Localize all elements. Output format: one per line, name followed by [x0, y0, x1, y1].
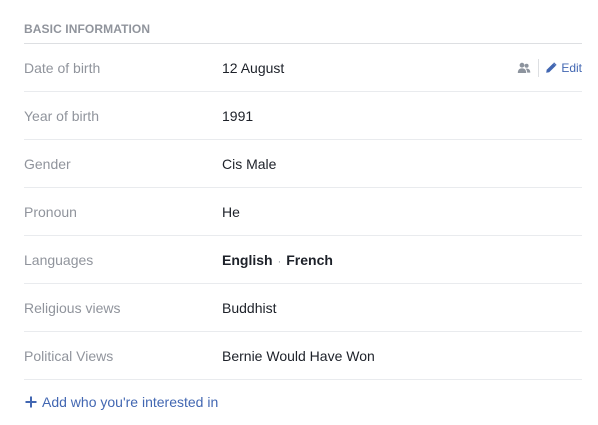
basic-information-panel: BASIC INFORMATION Date of birth 12 Augus… — [24, 0, 582, 424]
row-value: He — [222, 203, 240, 220]
info-row-gender: Gender Cis Male — [24, 140, 582, 188]
row-label: Year of birth — [24, 107, 99, 124]
friends-audience-icon[interactable] — [516, 60, 532, 76]
row-value: English · French — [222, 252, 582, 268]
info-row-languages: Languages English · French — [24, 236, 582, 284]
info-row-date-of-birth: Date of birth 12 August Edit — [24, 44, 582, 92]
info-row-year-of-birth: Year of birth 1991 — [24, 92, 582, 140]
row-label: Pronoun — [24, 203, 77, 220]
pencil-icon — [545, 62, 557, 74]
row-label: Political Views — [24, 347, 114, 364]
info-row-religious-views: Religious views Buddhist — [24, 284, 582, 332]
edit-label: Edit — [561, 61, 582, 75]
language-french[interactable]: French — [286, 252, 333, 268]
row-value: Bernie Would Have Won — [222, 347, 375, 364]
add-interested-in-label: Add who you're interested in — [42, 394, 219, 410]
edit-button[interactable]: Edit — [545, 61, 582, 75]
row-value: Buddhist — [222, 299, 277, 316]
action-divider — [538, 59, 540, 77]
row-label: Gender — [24, 155, 71, 172]
language-english[interactable]: English — [222, 252, 273, 268]
section-header: BASIC INFORMATION — [24, 0, 582, 44]
row-value: Cis Male — [222, 155, 277, 172]
row-label: Languages — [24, 251, 94, 268]
row-label: Religious views — [24, 299, 121, 316]
language-separator: · — [277, 255, 282, 268]
add-interested-in-link[interactable]: Add who you're interested in — [24, 380, 582, 424]
info-row-political-views: Political Views Bernie Would Have Won — [24, 332, 582, 380]
row-actions: Edit — [516, 44, 582, 92]
row-label: Date of birth — [24, 59, 101, 76]
info-row-pronoun: Pronoun He — [24, 188, 582, 236]
section-title: BASIC INFORMATION — [24, 22, 151, 36]
plus-icon — [25, 396, 37, 408]
row-value: 1991 — [222, 107, 254, 124]
